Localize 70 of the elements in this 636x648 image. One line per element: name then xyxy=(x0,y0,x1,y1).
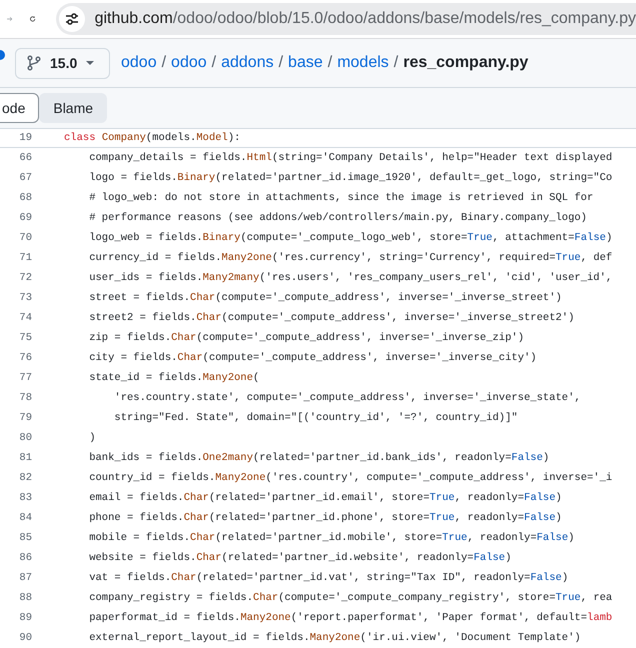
branch-button[interactable]: 15.0 xyxy=(15,48,110,78)
code-line: paperformat_id = fields.Many2one('report.paperformat', 'Paper format', default=lamb xyxy=(88,612,612,624)
code-line: zip = fields.Char(compute='_compute_address', inverse='_inverse_zip') xyxy=(88,332,524,344)
line-number: 69 xyxy=(18,212,32,224)
line-number: 70 xyxy=(18,232,32,244)
code-line: # logo_web: do not store in attachments, since the image is retrieved in SQL for xyxy=(88,192,594,204)
line-number: 76 xyxy=(18,352,32,364)
path-separator: / xyxy=(394,54,398,72)
code-line: company_details = fields.Html(string='Company Details', help="Header text displayed xyxy=(88,152,612,164)
file-name: res_company.py xyxy=(403,54,528,72)
path-separator: / xyxy=(162,54,166,72)
line-number: 90 xyxy=(18,632,32,644)
breadcrumb-link[interactable]: models xyxy=(337,54,389,72)
code-line: ) xyxy=(88,432,96,444)
line-number: 82 xyxy=(18,472,32,484)
line-number: 88 xyxy=(18,592,32,604)
line-number: 68 xyxy=(18,192,32,204)
breadcrumb-link[interactable]: odoo xyxy=(171,54,207,72)
line-number: 75 xyxy=(18,332,32,344)
code-line: vat = fields.Char(related='partner_id.vat', string="Tax ID", readonly=False) xyxy=(88,572,568,584)
code-line: logo_web = fields.Binary(compute='_compute_logo_web', store=True, attachment=False) xyxy=(88,232,612,244)
line-number: 19 xyxy=(18,132,32,144)
line-number: 83 xyxy=(18,492,32,504)
line-number: 74 xyxy=(18,312,32,324)
code-line: # performance reasons (see addons/web/controllers/main.py, Binary.company_logo) xyxy=(88,212,587,224)
breadcrumb-link[interactable]: base xyxy=(288,54,323,72)
code-line: currency_id = fields.Many2one('res.currency', string='Currency', required=True, def xyxy=(88,252,612,264)
code-line: logo = fields.Binary(related='partner_id.image_1920', default=_get_logo, string="Co xyxy=(88,172,612,184)
breadcrumb-link[interactable]: odoo xyxy=(121,54,157,72)
path-separator: / xyxy=(278,54,284,72)
line-number: 66 xyxy=(18,152,32,164)
line-number: 89 xyxy=(18,612,32,624)
caret-icon xyxy=(85,60,96,66)
line-number: 67 xyxy=(18,172,32,184)
site-settings-icon[interactable] xyxy=(58,6,85,32)
code-line: user_ids = fields.Many2many('res.users', 'res_company_users_rel', 'cid', 'user_id', xyxy=(88,272,612,284)
code-line: mobile = fields.Char(related='partner_id.mobile', store=True, readonly=False) xyxy=(88,532,574,544)
code-line: website = fields.Char(related='partner_id.website', readonly=False) xyxy=(88,552,512,564)
breadcrumb-link[interactable]: addons xyxy=(221,54,274,72)
line-number: 81 xyxy=(18,452,32,464)
line-number: 77 xyxy=(18,372,32,384)
code-line: class Company(models.Model): xyxy=(64,132,240,144)
line-number: 80 xyxy=(18,432,32,444)
code-line: country_id = fields.Many2one('res.country', compute='_compute_address', inverse='_i xyxy=(88,472,612,484)
code-line: street = fields.Char(compute='_compute_address', inverse='_inverse_street') xyxy=(88,292,562,304)
code-line: phone = fields.Char(related='partner_id.phone', store=True, readonly=False) xyxy=(88,512,562,524)
branch-icon xyxy=(26,55,42,71)
code-line: state_id = fields.Many2one( xyxy=(88,372,260,384)
code-line: company_registry = fields.Char(compute='_compute_company_registry', store=True, rea xyxy=(88,592,612,604)
line-number: 78 xyxy=(18,392,32,404)
code-line: external_report_layout_id = fields.Many2one('ir.ui.view', 'Document Template') xyxy=(88,632,581,644)
line-number: 72 xyxy=(18,272,32,284)
line-number: 86 xyxy=(18,552,32,564)
line-number: 87 xyxy=(18,572,32,584)
line-number: 73 xyxy=(18,292,32,304)
code-line: street2 = fields.Char(compute='_compute_address', inverse='_inverse_street2') xyxy=(88,312,574,324)
line-number: 71 xyxy=(18,252,32,264)
path-separator: / xyxy=(328,54,332,72)
line-number: 79 xyxy=(18,412,32,424)
path-separator: / xyxy=(212,54,216,72)
code-line: email = fields.Char(related='partner_id.email', store=True, readonly=False) xyxy=(88,492,562,504)
code-line: 'res.country.state', compute='_compute_address', inverse='_inverse_state', xyxy=(113,392,581,404)
code-line: string="Fed. State", domain="[('country_id', '=?', country_id)]" xyxy=(113,412,518,424)
code-line: city = fields.Char(compute='_compute_address', inverse='_inverse_city') xyxy=(88,352,537,364)
view-tab[interactable]: Blame xyxy=(39,93,108,123)
address-bar[interactable]: github.com/odoo/odoo/blob/15.0/odoo/addons/base/models/res_company.py xyxy=(56,3,636,35)
line-number: 84 xyxy=(18,512,32,524)
line-number: 85 xyxy=(18,532,32,544)
code-line: bank_ids = fields.One2many(related='partner_id.bank_ids', readonly=False) xyxy=(88,452,550,464)
view-tab[interactable]: ode xyxy=(0,93,40,123)
